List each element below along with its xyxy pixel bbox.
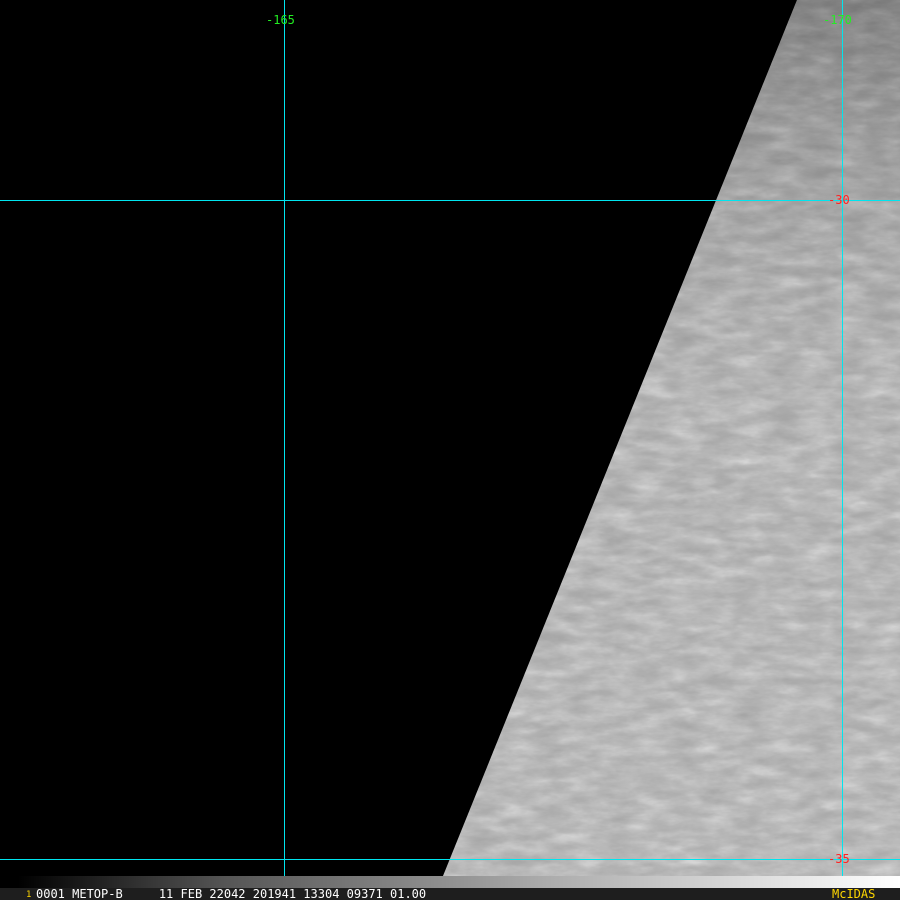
longitude-label: -165: [266, 13, 295, 27]
latitude-line-30: [0, 200, 900, 201]
longitude-label: -170: [823, 13, 852, 27]
latitude-line-35: [0, 859, 900, 860]
longitude-line-170: [842, 0, 843, 876]
info-bar: 1 0001 METOP-B 11 FEB 22042 201941 13304…: [0, 888, 900, 900]
longitude-line-165: [284, 0, 285, 876]
frame-number: 1: [26, 890, 32, 900]
latitude-label: -35: [828, 852, 850, 866]
satellite-swath: [443, 0, 900, 876]
image-info-text: 0001 METOP-B 11 FEB 22042 201941 13304 0…: [36, 887, 427, 900]
mcidas-brand: McIDAS: [832, 887, 876, 900]
satellite-image-view: -165 -170 -30 -35 1 0001 METOP-B 11 FEB …: [0, 0, 900, 900]
latitude-label: -30: [828, 193, 850, 207]
